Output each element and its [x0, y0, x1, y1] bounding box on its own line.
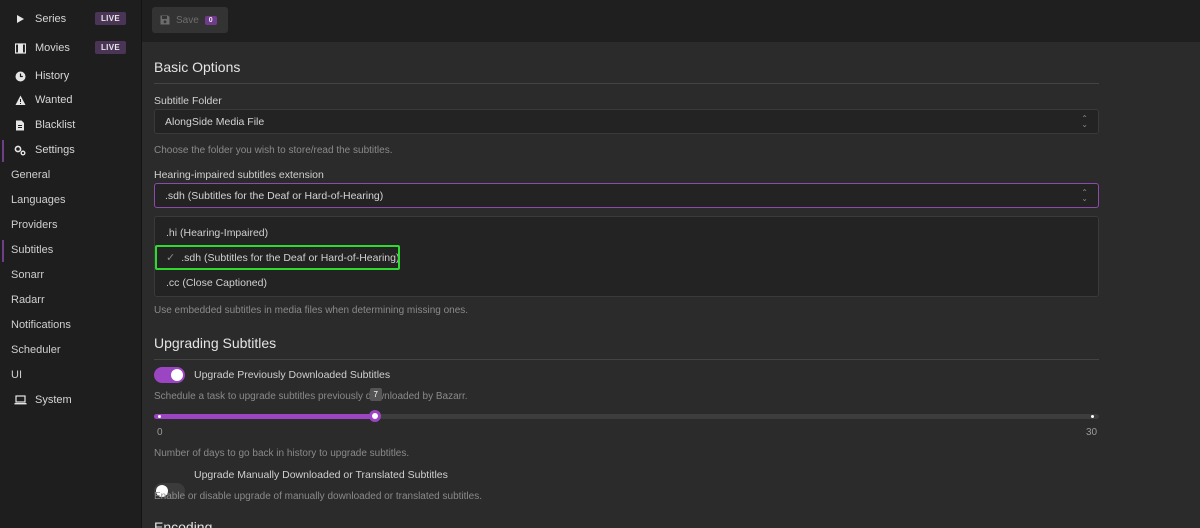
sidebar-item-wanted[interactable]: Wanted — [0, 89, 142, 111]
slider-min-label: 0 — [157, 427, 163, 438]
settings-item-subtitles[interactable]: Subtitles — [0, 239, 142, 261]
settings-item-sonarr[interactable]: Sonarr — [0, 264, 142, 286]
dropdown-option-sdh[interactable]: ✓ .sdh (Subtitles for the Deaf or Hard-o… — [155, 245, 400, 270]
sidebar-item-label: Movies — [35, 42, 70, 54]
sidebar-item-label: Settings — [35, 144, 75, 156]
divider — [154, 83, 1099, 84]
sidebar-item-label: History — [35, 70, 70, 82]
section-title-basic-options: Basic Options — [154, 59, 241, 75]
settings-item-notifications[interactable]: Notifications — [0, 314, 142, 336]
sidebar-item-history[interactable]: History — [0, 65, 142, 87]
slider-value: 7 — [373, 390, 378, 399]
slider-value-tooltip: 7 — [369, 388, 382, 401]
toolbar: Save 0 — [142, 0, 1200, 42]
select-value: .sdh (Subtitles for the Deaf or Hard-of-… — [165, 189, 384, 202]
changes-count-badge: 0 — [204, 15, 217, 25]
sidebar-item-label: Wanted — [35, 94, 73, 106]
laptop-icon — [13, 393, 27, 407]
sidebar: Series LIVE Movies LIVE History Wanted B… — [0, 0, 142, 528]
upgrade-previous-label: Upgrade Previously Downloaded Subtitles — [194, 369, 391, 381]
upgrade-previous-toggle[interactable] — [154, 367, 185, 383]
settings-content: Basic Options Subtitle Folder AlongSide … — [142, 42, 1200, 528]
hi-extension-dropdown: .hi (Hearing-Impaired) ✓ .sdh (Subtitles… — [154, 216, 1099, 297]
save-label: Save — [176, 14, 199, 26]
slider-max-dot — [1091, 415, 1094, 418]
divider — [154, 359, 1099, 360]
settings-item-general[interactable]: General — [0, 164, 142, 186]
dropdown-option-cc[interactable]: .cc (Close Captioned) — [155, 270, 405, 295]
settings-item-radarr[interactable]: Radarr — [0, 289, 142, 311]
check-icon: ✓ — [166, 252, 176, 264]
live-badge: LIVE — [95, 12, 126, 25]
sidebar-item-label: Blacklist — [35, 119, 76, 131]
upgrade-manual-label: Upgrade Manually Downloaded or Translate… — [194, 469, 448, 481]
section-title-upgrading: Upgrading Subtitles — [154, 335, 277, 351]
hi-extension-select[interactable]: .sdh (Subtitles for the Deaf or Hard-of-… — [154, 183, 1099, 208]
slider-help: Number of days to go back in history to … — [154, 448, 410, 459]
dropdown-option-hi[interactable]: .hi (Hearing-Impaired) — [155, 220, 405, 245]
sidebar-item-settings[interactable]: Settings — [0, 139, 142, 161]
slider-min-dot — [158, 415, 161, 418]
subtitle-folder-select[interactable]: AlongSide Media File ⌃ ⌄ — [154, 109, 1099, 134]
file-icon — [13, 118, 27, 132]
sidebar-item-blacklist[interactable]: Blacklist — [0, 114, 142, 136]
option-label: .sdh (Subtitles for the Deaf or Hard-of-… — [181, 251, 400, 264]
sidebar-item-series[interactable]: Series LIVE — [0, 8, 142, 30]
clock-icon — [13, 69, 27, 83]
save-button[interactable]: Save 0 — [152, 7, 228, 33]
settings-item-scheduler[interactable]: Scheduler — [0, 339, 142, 361]
select-value: AlongSide Media File — [165, 115, 265, 128]
embedded-subtitles-help: Use embedded subtitles in media files wh… — [154, 305, 469, 316]
hi-extension-label: Hearing-impaired subtitles extension — [154, 169, 324, 181]
play-icon — [13, 12, 27, 26]
subtitle-folder-help: Choose the folder you wish to store/read… — [154, 145, 393, 156]
sidebar-item-label: System — [35, 394, 72, 406]
save-icon — [160, 15, 170, 25]
chevron-updown-icon: ⌃ ⌄ — [1081, 114, 1088, 129]
gears-icon — [13, 143, 27, 157]
days-slider-thumb[interactable] — [368, 410, 381, 422]
film-icon — [13, 41, 27, 55]
sidebar-item-movies[interactable]: Movies LIVE — [0, 37, 142, 59]
days-slider-fill — [154, 414, 375, 419]
settings-item-providers[interactable]: Providers — [0, 214, 142, 236]
section-title-encoding: Encoding — [154, 519, 213, 528]
upgrade-previous-help: Schedule a task to upgrade subtitles pre… — [154, 391, 468, 402]
warning-icon — [13, 93, 27, 107]
slider-max-label: 30 — [1086, 427, 1098, 438]
sidebar-item-label: Series — [35, 13, 67, 25]
settings-item-ui[interactable]: UI — [0, 364, 142, 386]
sidebar-item-system[interactable]: System — [0, 389, 142, 411]
chevron-updown-icon: ⌃ ⌄ — [1081, 188, 1088, 203]
upgrade-manual-help: Enable or disable upgrade of manually do… — [154, 491, 482, 502]
live-badge: LIVE — [95, 41, 126, 54]
settings-item-languages[interactable]: Languages — [0, 189, 142, 211]
subtitle-folder-label: Subtitle Folder — [154, 95, 222, 107]
